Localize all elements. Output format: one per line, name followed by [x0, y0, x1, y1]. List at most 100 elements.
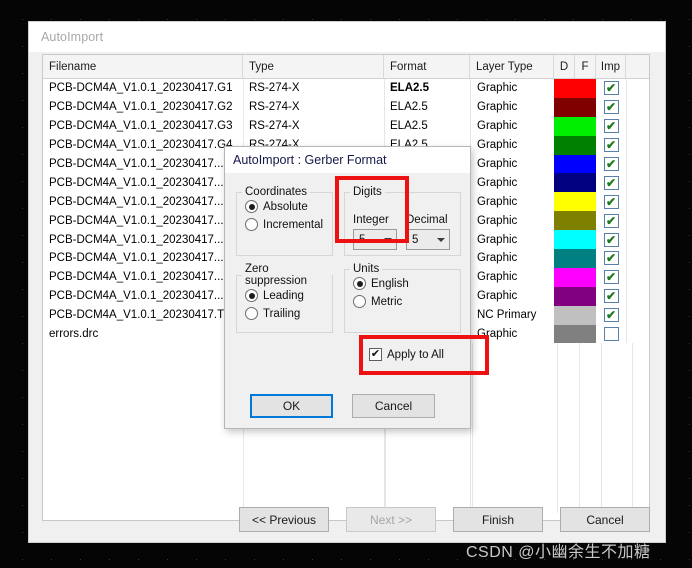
cell-f-color[interactable]: [575, 135, 596, 155]
cell-d-color[interactable]: [554, 230, 575, 250]
column-header-format[interactable]: Format: [384, 55, 470, 78]
previous-button[interactable]: << Previous: [239, 507, 329, 532]
table-row[interactable]: PCB-DCM4A_V1.0.1_20230417.G2 RS-274-X ELA2…: [43, 97, 649, 117]
cell-d-color[interactable]: [554, 267, 575, 287]
cell-d-color[interactable]: [554, 97, 575, 117]
finish-button[interactable]: Finish: [453, 507, 543, 532]
cell-import-checkbox[interactable]: ✔: [596, 268, 626, 287]
cell-import-checkbox[interactable]: ✔: [596, 173, 626, 192]
dialog-title: AutoImport : Gerber Format: [233, 153, 387, 167]
cell-import-checkbox[interactable]: ✔: [596, 117, 626, 136]
cell-layer: Graphic: [470, 154, 554, 174]
empty-cell: [579, 343, 601, 363]
apply-to-all-label: Apply to All: [387, 348, 444, 361]
empty-cell: [472, 400, 557, 420]
color-swatch: [554, 249, 575, 268]
cell-d-color[interactable]: [554, 135, 575, 155]
color-swatch: [575, 97, 596, 117]
cell-import-checkbox[interactable]: ✔: [596, 155, 626, 174]
cell-d-color[interactable]: [554, 324, 575, 344]
cell-spacer: [626, 230, 649, 250]
empty-row[interactable]: [43, 456, 649, 476]
cell-d-color[interactable]: [554, 79, 575, 98]
cell-d-color[interactable]: [554, 305, 575, 325]
column-header-layertype[interactable]: Layer Type: [470, 55, 554, 78]
cell-layer: Graphic: [470, 97, 554, 117]
radio-english[interactable]: English: [353, 277, 460, 290]
cancel-button[interactable]: Cancel: [560, 507, 650, 532]
radio-absolute[interactable]: Absolute: [245, 200, 332, 213]
window-titlebar: AutoImport: [29, 22, 665, 52]
column-header-d[interactable]: D: [554, 55, 575, 78]
cell-import-checkbox[interactable]: ✔: [596, 192, 626, 211]
cell-f-color[interactable]: [575, 97, 596, 117]
cell-import-checkbox[interactable]: ✔: [596, 136, 626, 155]
cell-d-color[interactable]: [554, 116, 575, 136]
cell-f-color[interactable]: [575, 286, 596, 306]
color-swatch: [575, 286, 596, 306]
dialog-ok-button[interactable]: OK: [250, 394, 333, 418]
cell-f-color[interactable]: [575, 173, 596, 193]
table-row[interactable]: PCB-DCM4A_V1.0.1_20230417.G3 RS-274-X ELA2…: [43, 116, 649, 136]
column-header-imp[interactable]: Imp: [596, 55, 626, 78]
empty-row[interactable]: [43, 437, 649, 457]
radio-leading[interactable]: Leading: [245, 289, 332, 302]
cell-d-color[interactable]: [554, 211, 575, 231]
cell-type: RS-274-X: [249, 120, 300, 133]
cell-d-color[interactable]: [554, 286, 575, 306]
decimal-digits-select[interactable]: 5: [406, 229, 450, 250]
cell-import-checkbox[interactable]: ✔: [596, 211, 626, 230]
cell-spacer: [626, 267, 649, 287]
cell-f-color[interactable]: [575, 324, 596, 344]
empty-cell: [601, 381, 632, 401]
radio-trailing-label: Trailing: [263, 307, 301, 320]
dialog-cancel-button[interactable]: Cancel: [352, 394, 435, 418]
integer-digits-select[interactable]: 5: [353, 229, 397, 250]
cell-f-color[interactable]: [575, 154, 596, 174]
cell-import-checkbox[interactable]: ✔: [596, 98, 626, 117]
cell-import-checkbox[interactable]: [596, 325, 626, 344]
cell-import-checkbox[interactable]: ✔: [596, 230, 626, 249]
cell-d-color[interactable]: [554, 249, 575, 268]
empty-cell: [43, 362, 243, 381]
empty-cell: [557, 456, 579, 476]
cell-f-color[interactable]: [575, 211, 596, 231]
radio-incremental[interactable]: Incremental: [245, 218, 332, 231]
cell-import-checkbox[interactable]: ✔: [596, 249, 626, 268]
cell-f-color[interactable]: [575, 116, 596, 136]
radio-metric[interactable]: Metric: [353, 295, 460, 308]
color-swatch: [575, 116, 596, 136]
table-row[interactable]: PCB-DCM4A_V1.0.1_20230417.G1 RS-274-X ELA2…: [43, 79, 649, 98]
cell-filename: errors.drc: [49, 328, 99, 341]
empty-cell: [601, 437, 632, 457]
cell-import-checkbox[interactable]: ✔: [596, 79, 626, 98]
cell-import-checkbox[interactable]: ✔: [596, 287, 626, 306]
cell-d-color[interactable]: [554, 154, 575, 174]
cell-d-color[interactable]: [554, 173, 575, 193]
empty-row[interactable]: [43, 475, 649, 495]
column-header-filename[interactable]: Filename: [43, 55, 243, 78]
cell-d-color[interactable]: [554, 192, 575, 212]
cell-f-color[interactable]: [575, 192, 596, 212]
cell-f-color[interactable]: [575, 249, 596, 268]
cell-layer: Graphic: [470, 192, 554, 212]
column-header-type[interactable]: Type: [243, 55, 384, 78]
cell-layer: NC Primary: [470, 305, 554, 325]
cell-f-color[interactable]: [575, 267, 596, 287]
radio-trailing[interactable]: Trailing: [245, 307, 332, 320]
cell-spacer: [626, 79, 649, 98]
color-swatch: [554, 267, 575, 287]
cell-f-color[interactable]: [575, 230, 596, 250]
cell-f-color[interactable]: [575, 305, 596, 325]
check-icon: ✔: [603, 157, 619, 171]
check-icon: ✔: [603, 119, 619, 134]
cell-import-checkbox[interactable]: ✔: [596, 306, 626, 325]
color-swatch: [575, 79, 596, 98]
cell-f-color[interactable]: [575, 79, 596, 98]
column-header-f[interactable]: F: [575, 55, 596, 78]
empty-cell: [43, 400, 243, 419]
color-swatch: [554, 192, 575, 212]
apply-to-all-checkbox[interactable]: ✔: [369, 348, 382, 361]
empty-cell: [557, 362, 579, 382]
apply-to-all-row[interactable]: ✔ Apply to All: [369, 348, 444, 361]
